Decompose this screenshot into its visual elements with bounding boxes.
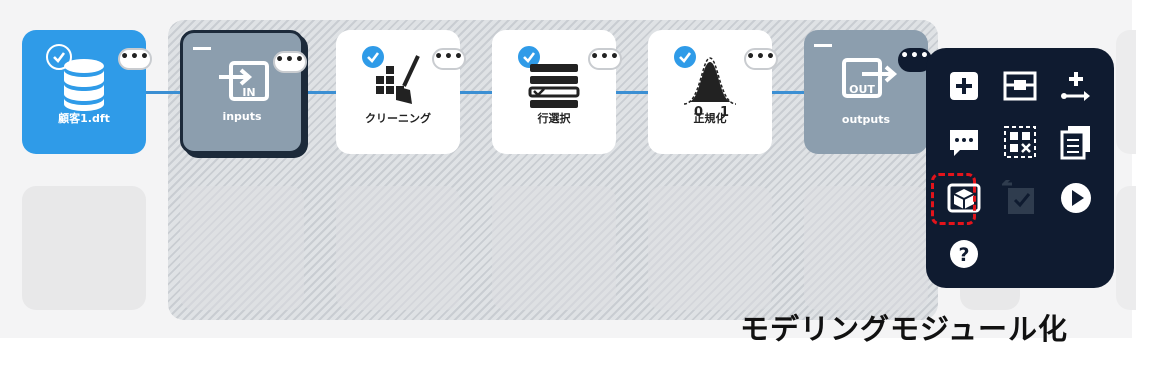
normal-distribution-icon: 0 1 <box>683 57 737 116</box>
copy-modules-icon[interactable] <box>1058 124 1094 160</box>
help-icon[interactable]: ? <box>946 236 982 272</box>
highlight-box <box>931 173 976 225</box>
disabled-node-icon <box>1002 180 1034 214</box>
icon-text: IN <box>242 86 255 99</box>
node-label: outputs <box>841 113 891 126</box>
row-select-node[interactable]: ••• 行選択 <box>492 30 622 154</box>
caption-label: モデリングモジュール化 <box>740 312 1068 346</box>
icon-text: OUT <box>849 83 875 96</box>
empty-slot[interactable] <box>1116 186 1136 310</box>
run-icon[interactable] <box>1058 180 1094 216</box>
cleaning-broom-icon <box>376 55 420 104</box>
node-label: クリーニング <box>365 112 431 125</box>
empty-slot[interactable] <box>492 186 616 310</box>
plus-arrow-icon[interactable] <box>1058 68 1094 104</box>
comment-icon[interactable] <box>946 124 982 160</box>
icon-text: ? <box>958 244 969 266</box>
node-label: 正規化 <box>693 112 727 125</box>
inputs-node[interactable]: ••• IN inputs <box>180 30 307 154</box>
collapse-icon[interactable] <box>193 47 211 50</box>
empty-slot[interactable] <box>804 186 928 310</box>
more-options-button[interactable]: ••• <box>588 48 622 70</box>
row-select-icon <box>528 64 580 108</box>
empty-slot[interactable] <box>648 186 772 310</box>
database-icon <box>64 59 104 111</box>
more-options-button[interactable]: ••• <box>744 48 778 70</box>
dataset-node[interactable]: ••• 顧客1.dft <box>22 30 152 154</box>
more-options-button[interactable]: ••• <box>273 51 307 73</box>
output-icon: OUT <box>842 58 898 98</box>
more-options-button[interactable]: ••• <box>118 48 152 70</box>
normalize-node[interactable]: ••• 0 1 正規化 <box>648 30 778 154</box>
grid-remove-icon[interactable] <box>1002 124 1038 160</box>
more-options-button[interactable]: ••• <box>432 48 466 70</box>
cleaning-node[interactable]: ••• クリーニング <box>336 30 466 154</box>
empty-slot[interactable] <box>180 186 304 310</box>
node-label: 顧客1.dft <box>58 112 110 125</box>
pipeline-module-icon[interactable] <box>1002 68 1038 104</box>
node-label: inputs <box>222 110 262 123</box>
empty-slot[interactable] <box>336 186 460 310</box>
empty-slot[interactable] <box>1116 30 1136 154</box>
node-label: 行選択 <box>537 112 571 125</box>
node-context-menu: ? <box>926 48 1114 288</box>
add-icon[interactable] <box>946 68 982 104</box>
collapse-icon[interactable] <box>814 44 832 47</box>
empty-slot[interactable] <box>22 186 146 310</box>
